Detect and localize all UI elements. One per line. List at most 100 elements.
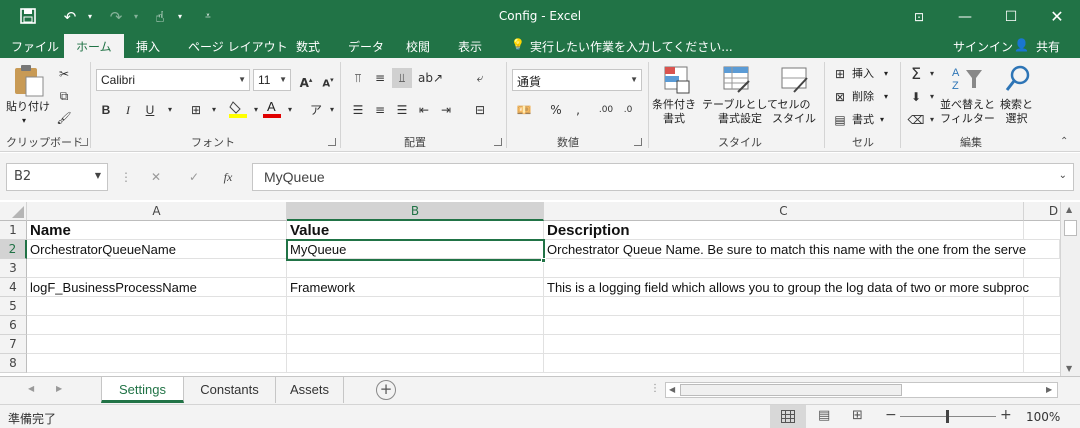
cell-a4[interactable]: logF_BusinessProcessName xyxy=(27,278,287,297)
normal-view-button[interactable] xyxy=(770,405,806,428)
tab-page-layout[interactable]: ページ レイアウト xyxy=(188,38,288,55)
cell-d7[interactable] xyxy=(1024,335,1060,354)
cell-c6[interactable] xyxy=(544,316,1024,335)
cell-b1[interactable]: Value xyxy=(287,221,544,240)
column-header-d[interactable]: D xyxy=(1024,202,1060,221)
fill-color-icon[interactable] xyxy=(228,98,248,118)
decrease-indent-icon[interactable]: ⇤ xyxy=(414,100,434,120)
cell-b6[interactable] xyxy=(287,316,544,335)
font-color-dropdown-icon[interactable]: ▾ xyxy=(280,100,300,120)
format-cells-button[interactable]: 書式 xyxy=(852,113,874,127)
select-all-corner[interactable] xyxy=(0,202,27,221)
clear-dropdown-icon[interactable]: ▾ xyxy=(922,110,942,130)
scroll-up-icon[interactable]: ▲ xyxy=(1066,205,1072,214)
cell-b8[interactable] xyxy=(287,354,544,373)
delete-dropdown-icon[interactable]: ▾ xyxy=(884,90,888,104)
format-as-table-icon[interactable] xyxy=(722,64,752,97)
decrease-decimal-icon[interactable]: .0 xyxy=(618,100,638,120)
wrap-text-icon[interactable]: ⤶ xyxy=(470,68,490,88)
row-header-3[interactable]: 3 xyxy=(0,259,27,278)
cell-a7[interactable] xyxy=(27,335,287,354)
find-select-button[interactable]: 検索と 選択 xyxy=(1000,98,1033,126)
insert-cells-icon[interactable]: ⊞ xyxy=(830,64,850,84)
align-top-icon[interactable]: ⫪ xyxy=(348,68,368,88)
bold-icon[interactable]: B xyxy=(96,100,116,120)
number-format-select[interactable]: 通貨 ▼ xyxy=(512,69,642,91)
maximize-button[interactable]: ☐ xyxy=(988,4,1034,30)
formula-input[interactable]: MyQueue ⌄ xyxy=(252,163,1074,191)
sort-filter-button[interactable]: 並べ替えと フィルター xyxy=(940,98,995,126)
conditional-format-button[interactable]: 条件付き 書式 xyxy=(652,98,696,126)
delete-cells-button[interactable]: 削除 xyxy=(852,90,874,104)
alignment-launcher-icon[interactable] xyxy=(494,138,502,146)
format-painter-icon[interactable]: 🖌 xyxy=(54,108,74,128)
fill-dropdown-icon[interactable]: ▾ xyxy=(922,87,942,107)
insert-function-icon[interactable]: fx xyxy=(218,167,238,187)
autosum-dropdown-icon[interactable]: ▾ xyxy=(922,64,942,84)
font-color-icon[interactable]: A xyxy=(262,98,282,118)
format-cells-icon[interactable]: ▤ xyxy=(830,110,850,130)
font-name-select[interactable]: Calibri ▼ xyxy=(96,69,250,91)
scroll-left-icon[interactable]: ◀ xyxy=(669,385,675,394)
cell-b7[interactable] xyxy=(287,335,544,354)
paste-dropdown-icon[interactable]: ▾ xyxy=(22,114,26,128)
border-dropdown-icon[interactable]: ▾ xyxy=(204,100,224,120)
vertical-scroll-thumb[interactable] xyxy=(1064,220,1077,236)
row-header-5[interactable]: 5 xyxy=(0,297,27,316)
find-select-icon[interactable] xyxy=(1004,64,1034,97)
orientation-icon[interactable]: ab↗ xyxy=(418,68,443,88)
tell-me-input[interactable]: 実行したい作業を入力してください... xyxy=(530,38,733,55)
percent-icon[interactable]: % xyxy=(546,100,566,120)
comma-style-icon[interactable]: , xyxy=(568,100,588,120)
cell-d1[interactable] xyxy=(1024,221,1060,240)
sort-filter-icon[interactable]: AZ xyxy=(950,64,984,97)
row-header-7[interactable]: 7 xyxy=(0,335,27,354)
align-left-icon[interactable]: ☰ xyxy=(348,100,368,120)
merge-center-icon[interactable]: ⊟ xyxy=(470,100,490,120)
tab-view[interactable]: 表示 xyxy=(458,38,482,55)
cell-d3[interactable] xyxy=(1024,259,1060,278)
tab-home[interactable]: ホーム xyxy=(64,34,124,58)
italic-icon[interactable]: I xyxy=(118,100,138,120)
delete-cells-icon[interactable]: ⊠ xyxy=(830,87,850,107)
cell-c1[interactable]: Description xyxy=(544,221,1024,240)
sheet-tab-assets[interactable]: Assets xyxy=(276,377,344,403)
cell-c2[interactable]: Orchestrator Queue Name. Be sure to matc… xyxy=(544,240,1060,259)
insert-cells-button[interactable]: 挿入 xyxy=(852,67,874,81)
add-sheet-icon[interactable]: + xyxy=(376,380,396,400)
phonetic-dropdown-icon[interactable]: ▾ xyxy=(322,100,342,120)
enter-formula-icon[interactable]: ✓ xyxy=(184,167,204,187)
column-header-a[interactable]: A xyxy=(27,202,287,221)
tab-data[interactable]: データ xyxy=(348,38,384,55)
horizontal-scroll-thumb[interactable] xyxy=(680,384,902,396)
cell-a5[interactable] xyxy=(27,297,287,316)
column-header-b[interactable]: B xyxy=(287,202,544,221)
cell-d8[interactable] xyxy=(1024,354,1060,373)
sheet-tab-settings[interactable]: Settings xyxy=(101,377,184,403)
font-size-select[interactable]: 11 ▼ xyxy=(253,69,291,91)
fill-handle[interactable] xyxy=(541,258,546,263)
align-center-icon[interactable]: ≡ xyxy=(370,100,390,120)
font-launcher-icon[interactable] xyxy=(328,138,336,146)
cell-b3[interactable] xyxy=(287,259,544,278)
page-break-view-icon[interactable]: ⊞ xyxy=(852,408,863,423)
row-header-4[interactable]: 4 xyxy=(0,278,27,297)
zoom-out-button[interactable]: − xyxy=(885,407,897,423)
scroll-right-icon[interactable]: ▶ xyxy=(1046,385,1052,394)
increase-decimal-icon[interactable]: .00 xyxy=(596,100,616,120)
row-header-2[interactable]: 2 xyxy=(0,240,27,259)
increase-indent-icon[interactable]: ⇥ xyxy=(436,100,456,120)
border-icon[interactable]: ⊞ xyxy=(186,100,206,120)
cell-styles-icon[interactable] xyxy=(780,64,810,97)
cell-d6[interactable] xyxy=(1024,316,1060,335)
number-launcher-icon[interactable] xyxy=(634,138,642,146)
prev-sheet-icon[interactable]: ◀ xyxy=(28,384,34,393)
ribbon-display-options-icon[interactable]: ⊡ xyxy=(896,4,942,30)
cell-c7[interactable] xyxy=(544,335,1024,354)
paste-label[interactable]: 貼り付け xyxy=(6,100,50,114)
underline-dropdown-icon[interactable]: ▾ xyxy=(160,100,180,120)
tab-review[interactable]: 校閲 xyxy=(406,38,430,55)
row-header-6[interactable]: 6 xyxy=(0,316,27,335)
cell-a8[interactable] xyxy=(27,354,287,373)
tab-split-grip-icon[interactable]: ⋮ xyxy=(650,383,660,394)
